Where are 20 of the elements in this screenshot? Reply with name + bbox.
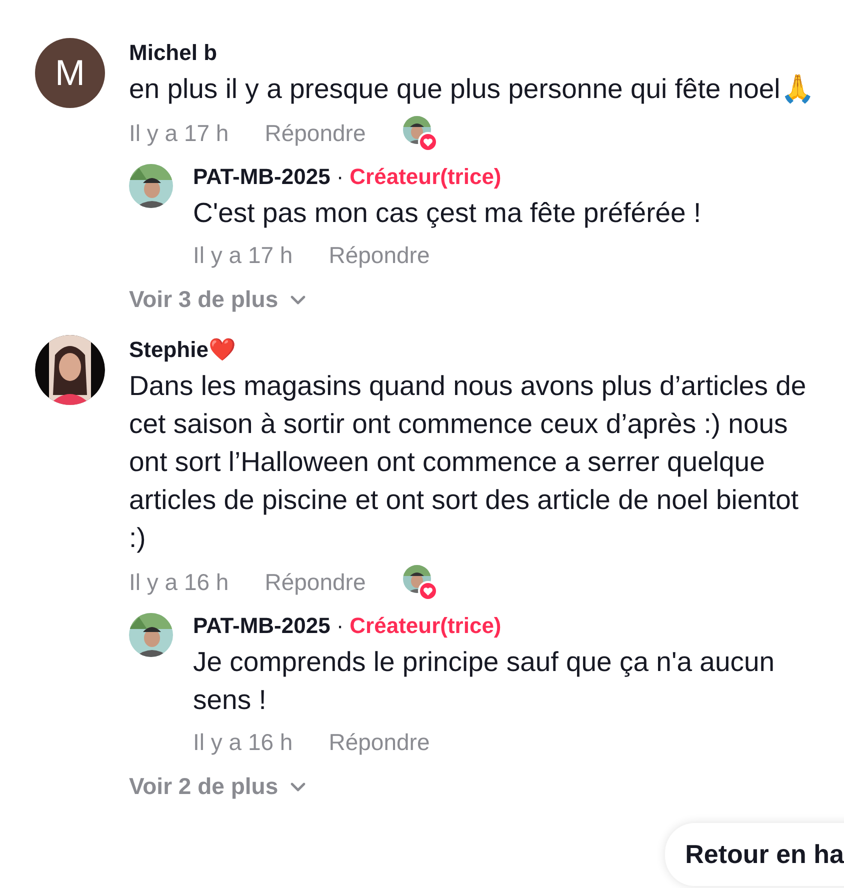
username[interactable]: PAT-MB-2025 (193, 162, 330, 192)
separator: · (336, 613, 344, 639)
chevron-down-icon (290, 294, 306, 304)
username[interactable]: Michel b (129, 38, 818, 68)
reply-text: C'est pas mon cas çest ma fête préférée ! (193, 196, 702, 230)
separator: · (336, 164, 344, 190)
avatar[interactable]: M (35, 38, 105, 108)
comment-text: Dans les magasins quand nous avons plus d’articles de cet saison à sortir ont commence ceux d’après :) nous ont sort l’Halloween ont commence a serrer quelque articles de piscine et ont sort des article de noel bientot :) (129, 369, 808, 555)
timestamp: Il y a 17 h (129, 120, 229, 146)
timestamp: Il y a 17 h (193, 242, 293, 268)
comment-text: en plus il y a presque que plus personne qui fête noel🙏 (129, 72, 816, 106)
chevron-down-icon (290, 782, 306, 792)
creator-label: Créateur(trice) (350, 612, 502, 640)
username[interactable]: PAT-MB-2025 (193, 611, 330, 641)
reply-text: Je comprends le principe sauf que ça n'a aucun sens ! (193, 645, 776, 717)
timestamp: Il y a 16 h (129, 568, 229, 596)
username[interactable]: Stephie❤ (129, 335, 818, 365)
creator-label: Créateur(trice) (350, 163, 502, 191)
back-to-top-button[interactable]: Retour en ha (665, 823, 844, 886)
timestamp: Il y a 16 h (193, 728, 293, 756)
